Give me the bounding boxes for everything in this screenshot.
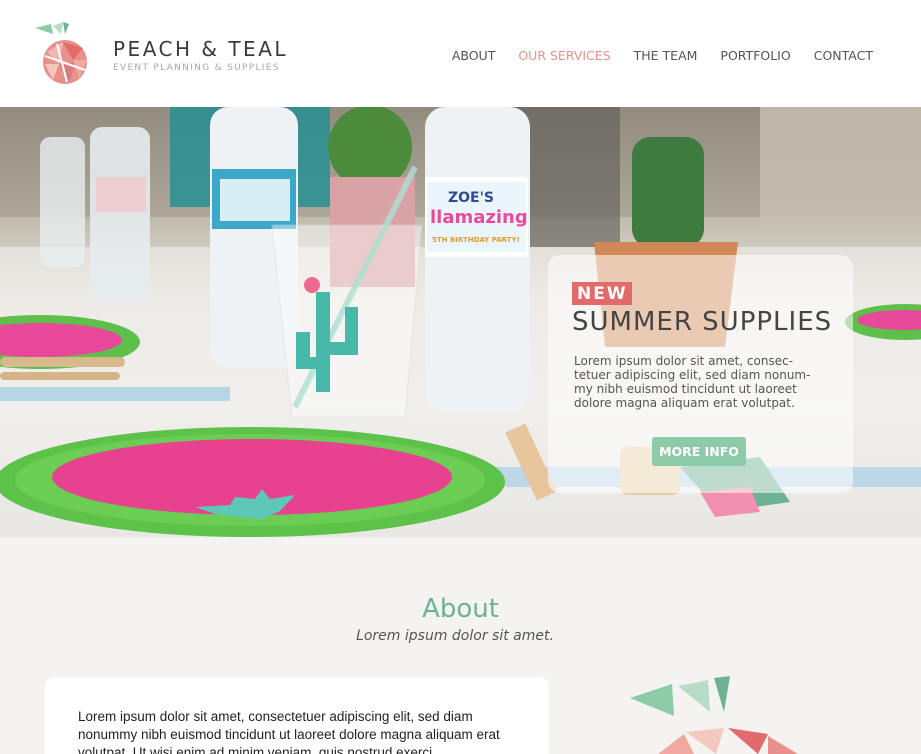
main-nav: ABOUT OUR SERVICES THE TEAM PORTFOLIO CO… (429, 48, 873, 63)
brand-name: PEACH & TEAL (113, 37, 289, 61)
nav-the-team[interactable]: THE TEAM (634, 48, 698, 63)
nav-contact[interactable]: CONTACT (814, 48, 873, 63)
about-subtitle: Lorem ipsum dolor sit amet. (356, 628, 554, 644)
peach-logo-icon[interactable] (33, 20, 93, 84)
promo-title: SUMMER SUPPLIES (572, 307, 833, 337)
bottle-label-title: llamazing (430, 207, 528, 228)
more-info-button[interactable]: MORE INFO (652, 437, 746, 466)
bottle-label-name: ZOE'S (448, 190, 494, 206)
promo-card: NEW SUMMER SUPPLIES Lorem ipsum dolor si… (548, 255, 853, 493)
nav-our-services[interactable]: OUR SERVICES (518, 48, 610, 63)
brand-tagline: EVENT PLANNING & SUPPLIES (113, 63, 280, 73)
brand[interactable]: PEACH & TEAL EVENT PLANNING & SUPPLIES (113, 37, 288, 73)
promo-text: Lorem ipsum dolor sit amet, consec-tetue… (574, 354, 811, 410)
nav-about[interactable]: ABOUT (452, 48, 496, 63)
about-text: Lorem ipsum dolor sit amet, consectetuer… (78, 709, 500, 754)
bottle-label-sub: 5TH BIRTHDAY PARTY! (432, 236, 520, 244)
peach-logo-icon (630, 676, 798, 754)
site-header: PEACH & TEAL EVENT PLANNING & SUPPLIES A… (0, 0, 921, 107)
new-badge: NEW (572, 282, 632, 305)
hero-banner: ZOE'S llamazing 5TH BIRTHDAY PARTY! NEW … (0, 107, 921, 537)
nav-portfolio[interactable]: PORTFOLIO (720, 48, 790, 63)
about-heading: About (422, 594, 499, 624)
about-card: Lorem ipsum dolor sit amet, consectetuer… (45, 677, 549, 754)
